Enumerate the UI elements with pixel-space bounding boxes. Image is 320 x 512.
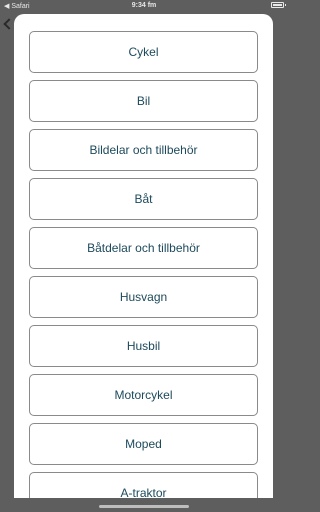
option-button-motorcykel[interactable]: Motorcykel xyxy=(29,374,258,416)
option-sheet: Cykel Bil Bildelar och tillbehör Båt Båt… xyxy=(14,14,273,498)
status-indicators xyxy=(271,2,286,8)
option-button-cykel[interactable]: Cykel xyxy=(29,31,258,73)
option-button-husbil[interactable]: Husbil xyxy=(29,325,258,367)
option-button-moped[interactable]: Moped xyxy=(29,423,258,465)
option-button-bil[interactable]: Bil xyxy=(29,80,258,122)
status-time: 9:34 fm xyxy=(131,2,157,9)
option-button-bat[interactable]: Båt xyxy=(29,178,258,220)
option-button-husvagn[interactable]: Husvagn xyxy=(29,276,258,318)
battery-icon xyxy=(271,2,286,8)
home-indicator xyxy=(99,505,189,508)
option-list: Cykel Bil Bildelar och tillbehör Båt Båt… xyxy=(29,31,258,498)
option-button-a-traktor[interactable]: A-traktor xyxy=(29,472,258,498)
back-icon xyxy=(3,18,15,30)
status-bar: ◀ Safari 9:34 fm xyxy=(0,0,288,12)
option-button-batdelar[interactable]: Båtdelar och tillbehör xyxy=(29,227,258,269)
option-button-bildelar[interactable]: Bildelar och tillbehör xyxy=(29,129,258,171)
